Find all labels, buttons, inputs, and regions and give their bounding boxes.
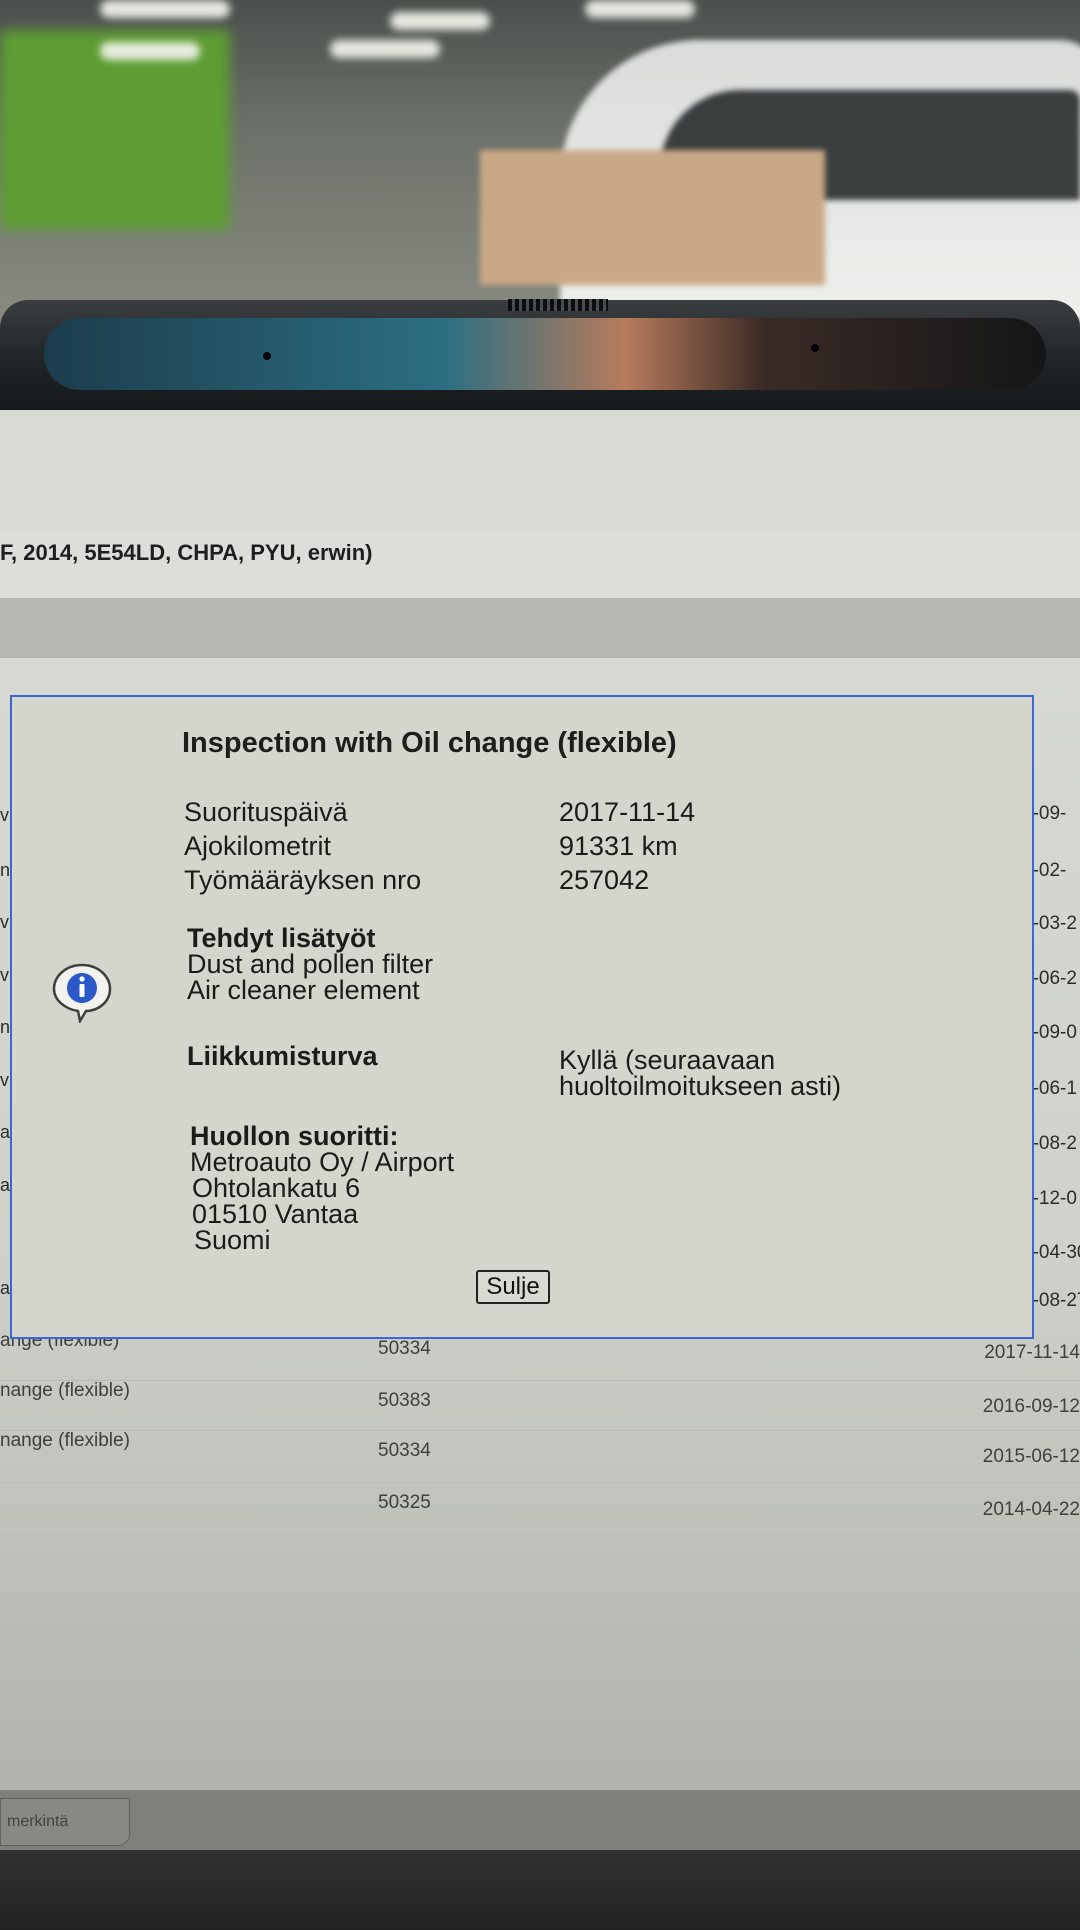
dialog-title: Inspection with Oil change (flexible) [182, 727, 677, 759]
row-date: 2016-09-12 [982, 1396, 1080, 1417]
garage-background [0, 0, 1080, 330]
row-date: 2017-11-14 [984, 1342, 1080, 1363]
toolbar-band [0, 598, 1080, 658]
detail-label: Suorituspäivä [184, 797, 348, 827]
window-title: F, 2014, 5E54LD, CHPA, PYU, erwin) [0, 540, 373, 565]
ceiling-light [100, 42, 200, 60]
ceiling-light [390, 12, 490, 30]
laptop-base [0, 1850, 1080, 1930]
mobility-label: Liikkumisturva [187, 1041, 378, 1071]
row-service-name: nange (flexible) [0, 1430, 130, 1451]
row-date: 2015-06-12 [982, 1446, 1080, 1467]
row-code: 50334 [378, 1440, 431, 1461]
service-details-dialog: Inspection with Oil change (flexible) Su… [10, 695, 1034, 1339]
close-button[interactable]: Sulje [476, 1270, 550, 1304]
row-service-name: nange (flexible) [0, 1380, 130, 1401]
detail-value: 91331 km [559, 831, 678, 861]
ceiling-light [330, 40, 440, 58]
table-row[interactable]: 50325 2014-04-22 [0, 1482, 1080, 1535]
status-strip [0, 1790, 1080, 1850]
table-row[interactable]: nange (flexible) 50383 2016-09-12 [0, 1380, 1080, 1431]
ceiling-light [585, 0, 695, 18]
row-code: 50383 [378, 1390, 431, 1411]
table-row[interactable]: nange (flexible) 50334 2015-06-12 [0, 1430, 1080, 1483]
green-wall [0, 30, 230, 230]
detail-label: Ajokilometrit [184, 831, 332, 861]
tab-label: merkintä [7, 1813, 69, 1830]
header-band [0, 658, 1080, 693]
bezel-grille [508, 299, 608, 311]
cardboard-box [480, 150, 825, 285]
detail-value: 257042 [559, 865, 650, 895]
info-speech-bubble-icon [52, 963, 112, 1023]
row-code: 50334 [378, 1338, 431, 1359]
tab-merkinta[interactable]: merkintä [0, 1798, 130, 1846]
sensor-icon [811, 344, 819, 352]
laptop-screen: F, 2014, 5E54LD, CHPA, PYU, erwin) vic n… [0, 410, 1080, 1930]
detail-label: Työmääräyksen nro [184, 865, 422, 895]
mobility-value: huoltoilmoitukseen asti) [559, 1071, 842, 1101]
detail-value: 2017-11-14 [559, 797, 696, 827]
row-code: 50325 [378, 1492, 431, 1513]
additional-work-item: Air cleaner element [187, 975, 420, 1005]
ceiling-light [100, 0, 230, 18]
webcam-strip [44, 318, 1046, 390]
performed-by-line: Suomi [194, 1225, 271, 1255]
camera-icon [263, 352, 271, 360]
row-date: 2014-04-22 [982, 1499, 1080, 1520]
